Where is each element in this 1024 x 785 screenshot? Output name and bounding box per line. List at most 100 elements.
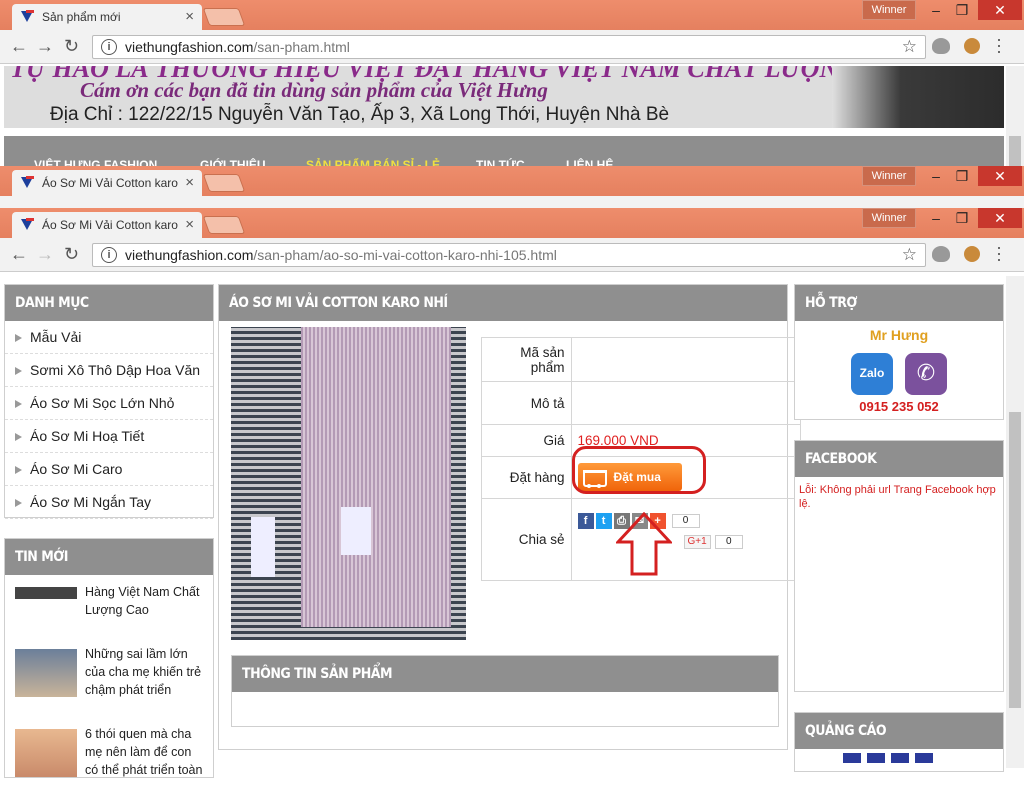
cookie-extension-icon[interactable] <box>964 246 980 262</box>
nav-news[interactable]: TIN TỨC <box>476 158 525 166</box>
annotation-up-arrow-icon <box>616 512 672 576</box>
address-bar[interactable]: i viethungfashion.com /san-pham.html ☆ <box>92 35 926 59</box>
product-image[interactable] <box>231 327 466 640</box>
cookie-extension-icon[interactable] <box>964 38 980 54</box>
minimize-icon[interactable]: – <box>922 208 950 228</box>
price-label: Giá <box>481 424 572 457</box>
tab-title: Áo Sơ Mi Vải Cotton karo <box>42 176 178 190</box>
twitter-icon[interactable]: t <box>595 513 612 529</box>
category-item[interactable]: Áo Sơ Mi Caro <box>5 453 213 486</box>
news-thumbnail <box>15 587 77 599</box>
tab-active[interactable]: Áo Sơ Mi Vải Cotton karo × <box>12 170 202 196</box>
new-tab-button[interactable] <box>202 216 246 234</box>
address-bar[interactable]: i viethungfashion.com /san-pham/ao-so-mi… <box>92 243 926 267</box>
back-arrow-icon[interactable]: ← <box>10 36 28 57</box>
tab-close-icon[interactable]: × <box>185 8 194 25</box>
product-box: ÁO SƠ MI VẢI COTTON KARO NHÍ Mã sản phẩm… <box>218 284 802 750</box>
category-item[interactable]: Mẫu Vải <box>5 321 213 354</box>
profile-button[interactable]: Winner <box>862 208 916 228</box>
banner-thanks: Cám ơn các bạn đã tin dùng sản phẩm của … <box>80 78 548 102</box>
info-icon[interactable]: i <box>101 247 117 263</box>
browser-toolbar: ← → ↻ i viethungfashion.com /san-pham/ao… <box>0 238 1024 272</box>
support-phone[interactable]: 0915 235 052 <box>795 399 1003 414</box>
new-tab-button[interactable] <box>202 8 246 26</box>
category-item[interactable]: Áo Sơ Mi Sọc Lớn Nhỏ <box>5 387 213 420</box>
forward-arrow-icon[interactable]: → <box>36 36 54 57</box>
browser-toolbar <box>0 196 1024 208</box>
share-count: 0 <box>671 514 700 528</box>
reload-icon[interactable]: ↻ <box>64 36 79 57</box>
info-icon[interactable]: i <box>101 39 117 55</box>
extension-icon[interactable] <box>932 246 950 262</box>
nav-contact[interactable]: LIÊN HỆ <box>566 158 613 166</box>
url-path: /san-pham/ao-so-mi-vai-cotton-karo-nhi-1… <box>253 247 557 263</box>
zalo-icon[interactable]: Zalo <box>851 353 893 395</box>
maximize-icon[interactable]: ❐ <box>948 0 976 20</box>
minimize-icon[interactable]: – <box>922 166 950 186</box>
maximize-icon[interactable]: ❐ <box>948 166 976 186</box>
main-navbar: VIỆT HƯNG FASHION GIỚI THIỆU SẢN PHẨM BÁ… <box>4 136 1004 166</box>
nav-products[interactable]: SẢN PHẨM BÁN SỈ - LẺ <box>306 158 440 166</box>
news-headline[interactable]: Những sai lầm lớn của cha mẹ khiến trẻ c… <box>85 645 205 699</box>
title-bar: Áo Sơ Mi Vải Cotton karo × Winner – ❐ ✕ <box>0 208 1024 238</box>
scrollbar-thumb[interactable] <box>1009 136 1021 166</box>
code-value <box>570 337 802 382</box>
profile-button[interactable]: Winner <box>862 166 916 186</box>
reload-icon[interactable]: ↻ <box>64 244 79 265</box>
nav-about[interactable]: GIỚI THIỆU <box>200 158 266 166</box>
tab-active[interactable]: Áo Sơ Mi Vải Cotton karo × <box>12 212 202 238</box>
url-path: /san-pham.html <box>253 39 350 55</box>
menu-icon[interactable]: · · · <box>996 238 1002 268</box>
back-arrow-icon[interactable]: ← <box>10 244 28 265</box>
forward-arrow-icon[interactable]: → <box>36 244 54 265</box>
tab-active[interactable]: Sản phẩm mới × <box>12 4 202 30</box>
profile-button[interactable]: Winner <box>862 0 916 20</box>
gplus-button[interactable]: G+1 <box>683 535 711 549</box>
facebook-icon[interactable]: f <box>577 513 594 529</box>
news-thumbnail <box>15 649 77 697</box>
gplus-count: 0 <box>714 535 743 549</box>
maximize-icon[interactable]: ❐ <box>948 208 976 228</box>
category-box: DANH MỤC Mẫu Vải Sơmi Xô Thô Dập Hoa Văn… <box>4 284 214 519</box>
news-headline[interactable]: Hàng Việt Nam Chất Lượng Cao <box>85 583 205 619</box>
highlight-oval <box>572 446 706 494</box>
news-item[interactable]: Những sai lầm lớn của cha mẹ khiến trẻ c… <box>15 645 205 705</box>
support-title: HỖ TRỢ <box>795 285 1003 321</box>
banner-model-image <box>832 66 1004 128</box>
news-item[interactable]: 6 thói quen mà cha mẹ nên làm để con có … <box>15 725 205 785</box>
tab-close-icon[interactable]: × <box>185 174 194 191</box>
news-thumbnail <box>15 729 77 777</box>
news-title: TIN MỚI <box>5 539 213 575</box>
tab-close-icon[interactable]: × <box>185 216 194 233</box>
new-tab-button[interactable] <box>202 174 246 192</box>
category-item[interactable]: Áo Sơ Mi Ngắn Tay <box>5 486 213 519</box>
tab-title: Sản phẩm mới <box>42 10 121 24</box>
bookmark-star-icon[interactable]: ☆ <box>902 37 917 57</box>
order-label: Đặt hàng <box>481 456 572 499</box>
minimize-icon[interactable]: – <box>922 0 950 20</box>
ads-title: QUẢNG CÁO <box>795 713 1003 749</box>
bookmark-star-icon[interactable]: ☆ <box>902 245 917 265</box>
banner-address: Địa Chỉ : 122/22/15 Nguyễn Văn Tạo, Ấp 3… <box>50 104 670 125</box>
category-item[interactable]: Sơmi Xô Thô Dập Hoa Văn <box>5 354 213 387</box>
close-window-icon[interactable]: ✕ <box>978 208 1022 228</box>
news-item[interactable]: Hàng Việt Nam Chất Lượng Cao <box>15 583 205 635</box>
share-label: Chia sẻ <box>481 498 572 581</box>
browser-toolbar: ← → ↻ i viethungfashion.com /san-pham.ht… <box>0 30 1024 64</box>
close-window-icon[interactable]: ✕ <box>978 166 1022 186</box>
banner-slogan: TỰ HÀO LÀ THƯƠNG HIỆU VIỆT ĐẠT HÀNG VIỆT… <box>10 66 1004 83</box>
zalo-label: Zalo <box>859 366 885 380</box>
facebook-error: Lỗi: Không phải url Trang Facebook hợp l… <box>799 484 996 510</box>
title-bar: Sản phẩm mới × Winner – ❐ ✕ <box>0 0 1024 30</box>
product-details-box: THÔNG TIN SẢN PHẨM <box>231 655 779 727</box>
close-window-icon[interactable]: ✕ <box>978 0 1022 20</box>
site-favicon-icon <box>20 218 36 232</box>
nav-home[interactable]: VIỆT HƯNG FASHION <box>34 158 157 166</box>
extension-icon[interactable] <box>932 38 950 54</box>
viber-icon[interactable]: ✆ <box>905 353 947 395</box>
news-headline[interactable]: 6 thói quen mà cha mẹ nên làm để con có … <box>85 725 205 779</box>
category-item[interactable]: Áo Sơ Mi Hoạ Tiết <box>5 420 213 453</box>
menu-icon[interactable]: · · · <box>996 30 1002 60</box>
product-title: ÁO SƠ MI VẢI COTTON KARO NHÍ <box>219 285 787 321</box>
page-scrollbar-thumb[interactable] <box>1009 412 1021 708</box>
